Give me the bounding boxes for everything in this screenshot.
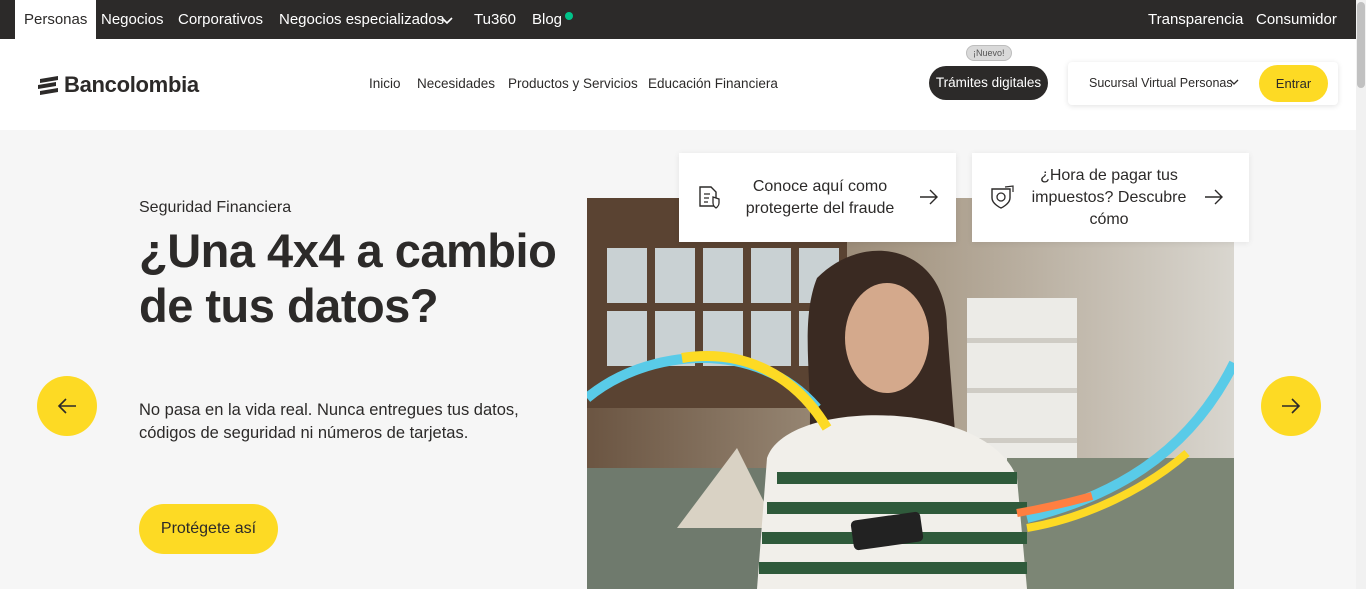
bancolombia-logo[interactable]: Bancolombia [37, 72, 199, 98]
scrollbar-thumb[interactable] [1357, 2, 1365, 88]
link-transparencia[interactable]: Transparencia [1148, 0, 1243, 39]
nav-necesidades[interactable]: Necesidades [417, 76, 495, 91]
nav-educacion-financiera[interactable]: Educación Financiera [648, 76, 778, 91]
impuestos-card-text: ¿Hora de pagar tus impuestos? Descubre c… [1031, 167, 1187, 228]
arrow-right-icon [1282, 398, 1301, 414]
entrar-button[interactable]: Entrar [1259, 65, 1328, 102]
fraude-card-text: Conoce aquí como protegerte del fraude [745, 178, 895, 217]
impuestos-card[interactable]: ¿Hora de pagar tus impuestos? Descubre c… [972, 153, 1249, 242]
segment-corporativos[interactable]: Corporativos [178, 0, 263, 39]
sucursal-select[interactable]: Sucursal Virtual Personas [1089, 76, 1233, 90]
segment-tu360[interactable]: Tu360 [474, 0, 516, 39]
carousel-prev-button[interactable] [37, 376, 97, 436]
woman-looking-at-phone-photo [587, 198, 1234, 589]
bancolombia-logo-mark-icon [38, 76, 58, 95]
arrow-left-icon [57, 398, 76, 414]
segment-negocios-especializados[interactable]: Negocios especializados [279, 0, 444, 39]
top-segment-bar: Personas Negocios Corporativos Negocios … [0, 0, 1356, 39]
nav-productos-servicios[interactable]: Productos y Servicios [508, 76, 638, 91]
hero-photo-illustration [587, 198, 1234, 589]
chevron-down-icon[interactable] [1228, 76, 1240, 88]
tax-receipt-icon [991, 185, 1014, 209]
arrow-right-icon [1205, 189, 1223, 205]
segment-personas[interactable]: Personas [15, 0, 97, 39]
arrow-right-icon [920, 189, 938, 205]
chevron-down-icon[interactable] [441, 14, 453, 26]
nav-inicio[interactable]: Inicio [369, 76, 401, 91]
sucursal-virtual-box: Sucursal Virtual Personas Entrar [1068, 62, 1338, 105]
hero-carousel: Seguridad Financiera ¿Una 4x4 a cambio d… [0, 130, 1356, 589]
protegete-button[interactable]: Protégete así [139, 504, 278, 554]
hero-headline: ¿Una 4x4 a cambio de tus datos? [139, 224, 557, 332]
segment-blog[interactable]: Blog [532, 0, 562, 39]
hero-eyebrow: Seguridad Financiera [139, 199, 292, 216]
nuevo-badge: ¡Nuevo! [966, 45, 1012, 61]
link-consumidor[interactable]: Consumidor [1256, 0, 1337, 39]
main-header: Bancolombia Inicio Necesidades Productos… [0, 39, 1356, 130]
page-scrollbar[interactable] [1356, 0, 1366, 589]
carousel-next-button[interactable] [1261, 376, 1321, 436]
brand-name: Bancolombia [64, 72, 199, 97]
tramites-digitales-button[interactable]: Trámites digitales [929, 66, 1048, 100]
blog-new-dot [565, 12, 573, 20]
segment-negocios[interactable]: Negocios [101, 0, 164, 39]
fraude-card[interactable]: Conoce aquí como protegerte del fraude [679, 153, 956, 242]
hero-description: No pasa en la vida real. Nunca entregues… [139, 401, 519, 442]
document-shield-icon [699, 186, 720, 209]
